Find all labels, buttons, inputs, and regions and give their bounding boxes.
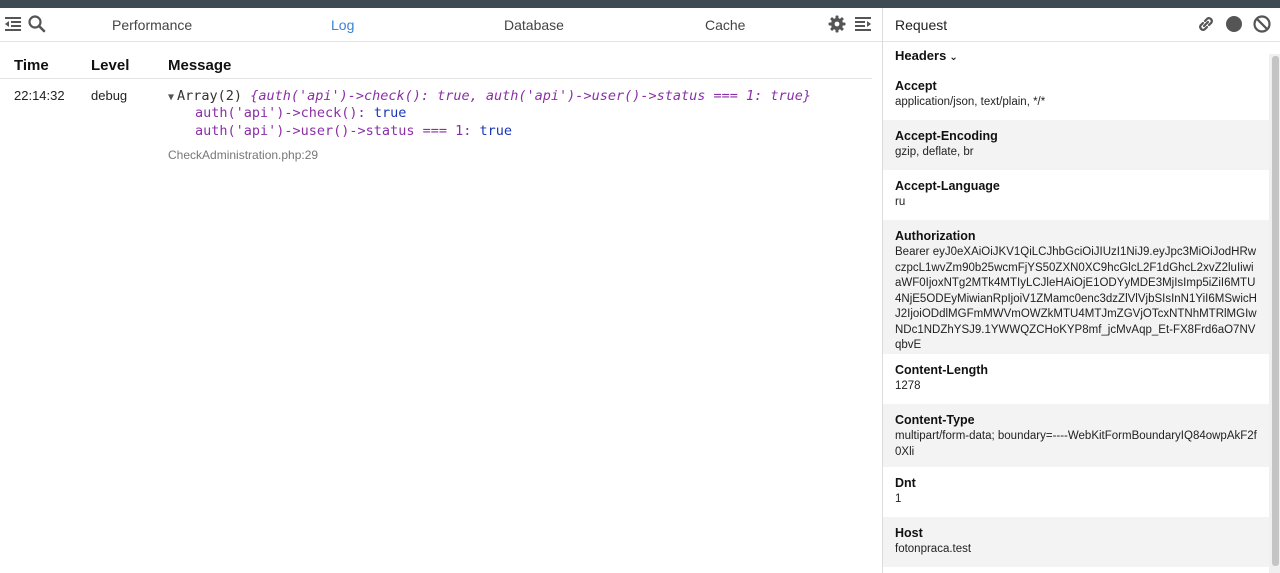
log-pane: Performance Log Database Cache Time Leve… (0, 8, 882, 573)
header-value: multipart/form-data; boundary=----WebKit… (895, 430, 1257, 458)
header-item: Accept-Language ru (883, 170, 1269, 220)
header-value: 1 (895, 493, 902, 505)
request-toolbar: Request (883, 8, 1280, 42)
chevron-down-icon: ⌄ (949, 52, 958, 63)
header-name: Accept-Language (895, 179, 1000, 193)
link-icon[interactable] (1196, 14, 1216, 34)
scrollbar-thumb[interactable] (1272, 56, 1279, 566)
header-name: Content-Length (895, 363, 989, 377)
header-value: 1278 (895, 380, 921, 392)
entry-key: auth('api')->user()->status === 1: (195, 123, 472, 139)
header-name: Accept-Encoding (895, 129, 998, 143)
column-message: Message (168, 57, 232, 74)
header-name: Authorization (895, 229, 976, 243)
header-value: ru (895, 196, 906, 208)
header-value: fotonpraca.test (895, 543, 972, 555)
entry-key: auth('api')->check(): (195, 105, 366, 121)
array-entry: auth('api')->check(): true (195, 104, 868, 122)
header-item: Accept application/json, text/plain, */* (883, 70, 1269, 120)
triangle-down-icon: ▼ (168, 92, 175, 103)
header-item: Dnt 1 (883, 467, 1269, 517)
header-item: Host fotonpraca.test (883, 517, 1269, 567)
expand-panel-icon[interactable] (853, 14, 873, 34)
entry-value: true (373, 105, 407, 121)
header-value: Bearer eyJ0eXAiOiJKV1QiLCJhbGciOiJIUzI1N… (895, 246, 1257, 351)
header-name: Accept (895, 79, 937, 93)
request-title: Request (895, 17, 948, 33)
log-level: debug (91, 88, 128, 103)
array-entry: auth('api')->user()->status === 1: true (195, 122, 868, 140)
clear-icon[interactable] (1252, 14, 1272, 34)
tab-performance[interactable]: Performance (112, 17, 192, 33)
gear-icon[interactable] (827, 14, 847, 34)
request-pane: Request Headers ⌄ Accept application/jso… (882, 8, 1280, 573)
tab-cache[interactable]: Cache (705, 17, 745, 33)
entry-value: true (479, 123, 512, 139)
tab-database[interactable]: Database (504, 17, 564, 33)
array-label: Array(2) (177, 88, 243, 104)
record-icon[interactable] (1224, 14, 1244, 34)
array-preview: {auth('api')->check(): true, auth('api')… (250, 88, 812, 104)
tab-log[interactable]: Log (331, 17, 354, 33)
header-name: Content-Type (895, 413, 975, 427)
column-time: Time (14, 57, 49, 74)
header-name: Host (895, 526, 923, 540)
scrollbar[interactable] (1269, 54, 1280, 573)
main-toolbar: Performance Log Database Cache (0, 8, 882, 42)
column-level: Level (91, 57, 130, 74)
log-time: 22:14:32 (14, 88, 65, 103)
table-row: 22:14:32 debug ▼ Array(2) {auth('api')->c… (0, 88, 872, 178)
headers-section-toggle[interactable]: Headers ⌄ (895, 48, 958, 63)
source-file-link[interactable]: CheckAdministration.php:29 (168, 148, 318, 162)
window-top-bar (0, 0, 1280, 8)
header-item: Content-Length 1278 (883, 354, 1269, 404)
log-message: ▼ Array(2) {auth('api')->check(): true, a… (168, 88, 868, 162)
header-item: Accept-Encoding gzip, deflate, br (883, 120, 1269, 170)
headers-list: Accept application/json, text/plain, */*… (883, 70, 1269, 567)
log-table-header: Time Level Message (0, 57, 872, 79)
headers-section-label: Headers (895, 48, 947, 63)
header-name: Dnt (895, 476, 916, 490)
array-toggle[interactable]: ▼ Array(2) {auth('api')->check(): true, a… (168, 88, 868, 104)
search-icon[interactable] (27, 14, 47, 34)
collapse-panel-icon[interactable] (3, 14, 23, 34)
header-value: application/json, text/plain, */* (895, 96, 1046, 108)
header-value: gzip, deflate, br (895, 146, 974, 158)
header-item: Content-Type multipart/form-data; bounda… (883, 404, 1269, 467)
header-item: Authorization Bearer eyJ0eXAiOiJKV1QiLCJ… (883, 220, 1269, 354)
